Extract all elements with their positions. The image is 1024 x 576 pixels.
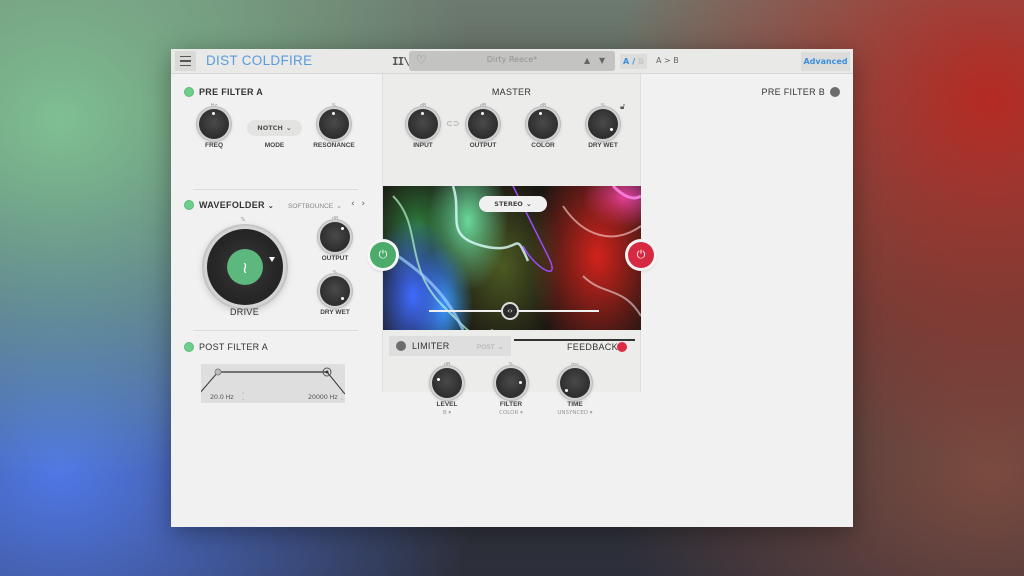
copy-a-to-b-button[interactable]: A > B xyxy=(656,56,679,65)
master-output-knob[interactable]: dB OUTPUT xyxy=(463,103,503,151)
menu-button[interactable] xyxy=(175,51,196,71)
pre-filter-a-resonance-knob[interactable]: % RESONANCE xyxy=(313,103,355,151)
link-icon[interactable]: ⊂⊃ xyxy=(446,119,459,128)
distortion-a-nav-arrows[interactable]: ‹ › xyxy=(351,199,367,209)
chevron-down-icon: ⌄ xyxy=(267,203,275,210)
master-color-knob[interactable]: dB COLOR xyxy=(523,103,563,151)
post-filter-a-graph[interactable]: 20.0 Hz ⌃ ⌄ 20000 Hz ⌃ ⌄ xyxy=(201,364,345,403)
post-filter-a-high-value[interactable]: 20000 Hz xyxy=(308,393,338,401)
feedback-filter-mode[interactable]: COLOR ▾ xyxy=(479,410,543,416)
library-icon[interactable]: II\ xyxy=(392,55,410,68)
plugin-window: DIST COLDFIRE II\ ♡ Dirty Reece* ▲ ▼ A /… xyxy=(171,49,853,527)
ab-toggle[interactable]: A / B xyxy=(620,54,648,69)
stepper-icon[interactable]: ⌃ ⌄ xyxy=(241,393,245,402)
preset-browser[interactable]: ♡ Dirty Reece* ▲ ▼ xyxy=(409,51,615,71)
drive-a-knob[interactable]: ≀ xyxy=(207,229,283,305)
divider xyxy=(193,330,358,331)
limiter-title: LIMITER xyxy=(412,341,450,351)
visualizer[interactable]: STEREO ⌄ ‹› xyxy=(383,186,641,330)
limiter-bar[interactable]: LIMITER POST ⌄ xyxy=(389,336,511,356)
next-preset-icon[interactable]: ▼ xyxy=(599,56,605,65)
channel-b-panel: PRE FILTER B xyxy=(641,74,853,392)
stepper-icon[interactable]: ⌃ ⌄ xyxy=(340,393,344,402)
hamburger-icon xyxy=(180,55,191,58)
distortion-b-power-button[interactable]: ⏻ xyxy=(628,242,654,268)
chevron-down-icon: ⌄ xyxy=(525,200,532,208)
drive-a-unit: % xyxy=(240,217,246,223)
pre-filter-a-title: PRE FILTER A xyxy=(199,87,264,97)
lock-icon[interactable]: 🔓︎ xyxy=(620,102,625,112)
pre-filter-b-title: PRE FILTER B xyxy=(761,87,825,97)
distortion-a-output-knob[interactable]: dB OUTPUT xyxy=(315,216,355,264)
chevron-down-icon: ⌄ xyxy=(285,124,292,132)
wavefolder-icon: ≀ xyxy=(227,249,263,285)
feedback-level-knob[interactable]: dB LEVEL B ▾ xyxy=(427,362,467,416)
distortion-a-drywet-knob[interactable]: % DRY WET xyxy=(315,270,355,318)
feedback-power-led[interactable] xyxy=(617,342,627,352)
master-title: MASTER xyxy=(491,87,532,97)
low-cut-handle xyxy=(214,368,222,376)
advanced-button[interactable]: Advanced xyxy=(801,52,850,71)
channel-a-panel: PRE FILTER A Hz FREQ NOTCH ⌄ MODE % RESON… xyxy=(171,74,382,403)
pre-filter-a-freq-knob[interactable]: Hz FREQ xyxy=(194,103,234,151)
distortion-a-power-button[interactable]: ⏻ xyxy=(370,242,396,268)
ab-b[interactable]: B xyxy=(638,57,644,66)
feedback-time-knob[interactable]: ms TIME UNSYNCED ▾ xyxy=(555,362,595,416)
power-icon: ⏻ xyxy=(636,248,646,261)
master-drywet-knob[interactable]: % DRY WET xyxy=(583,103,623,151)
master-input-knob[interactable]: dB INPUT xyxy=(403,103,443,151)
balance-slider-handle[interactable]: ‹› xyxy=(501,302,519,320)
divider xyxy=(193,189,358,190)
previous-preset-icon[interactable]: ▲ xyxy=(584,56,590,65)
master-panel: MASTER dB INPUT ⊂⊃ dB OUTPUT dB COLOR % … xyxy=(370,74,654,416)
drive-a-label: DRIVE xyxy=(230,307,260,317)
feedback-title: FEEDBACK xyxy=(567,342,618,352)
pre-filter-a-mode-label: MODE xyxy=(264,142,285,149)
feedback-filter-knob[interactable]: % FILTER COLOR ▾ xyxy=(491,362,531,416)
limiter-power-led[interactable] xyxy=(396,341,406,351)
header-bar: DIST COLDFIRE II\ ♡ Dirty Reece* ▲ ▼ A /… xyxy=(171,49,853,74)
pre-filter-a-power-led[interactable] xyxy=(184,87,194,97)
stereo-routing-select[interactable]: STEREO ⌄ xyxy=(479,196,547,212)
ab-a[interactable]: A xyxy=(623,57,629,66)
app-title: DIST COLDFIRE xyxy=(206,53,313,68)
feedback-time-sync[interactable]: UNSYNCED ▾ xyxy=(543,410,607,416)
post-filter-a-low-value[interactable]: 20.0 Hz xyxy=(210,393,234,401)
limiter-position-select[interactable]: POST ⌄ xyxy=(477,343,504,351)
post-filter-a-power-led[interactable] xyxy=(184,342,194,352)
distortion-a-type-select[interactable]: WAVEFOLDER ⌄ xyxy=(199,200,274,210)
pre-filter-b-power-led[interactable] xyxy=(830,87,840,97)
distortion-a-algorithm-select[interactable]: SOFTBOUNCE ⌄ xyxy=(288,202,342,210)
feedback-level-mode[interactable]: B ▾ xyxy=(415,410,479,416)
power-icon: ⏻ xyxy=(378,248,388,261)
post-filter-a-title: POST FILTER A xyxy=(199,342,269,352)
wavefolder-power-led[interactable] xyxy=(184,200,194,210)
feedback-divider xyxy=(514,339,635,341)
pre-filter-a-mode-select[interactable]: NOTCH ⌄ xyxy=(247,120,302,136)
ab-separator: / xyxy=(632,57,636,66)
